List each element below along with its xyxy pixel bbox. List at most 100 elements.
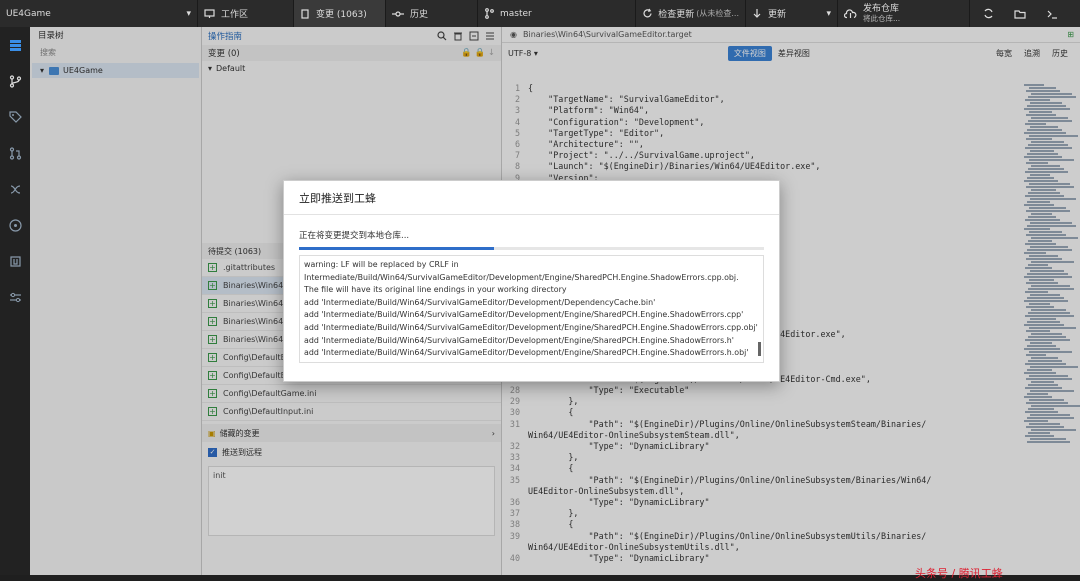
minimap-line xyxy=(1029,111,1052,113)
file-item[interactable]: + Config\DefaultInput.ini xyxy=(202,403,501,421)
minimap-line xyxy=(1028,240,1052,242)
tree-item-repo[interactable]: ▾ UE4Game xyxy=(32,63,199,78)
collapse-icon[interactable] xyxy=(469,31,479,41)
tab-workspace-label: 工作区 xyxy=(221,10,249,20)
default-group-label: Default xyxy=(216,64,246,73)
refresh-icon xyxy=(643,8,652,18)
line-text: "Architecture": "", xyxy=(528,138,644,149)
nav-pull-requests[interactable] xyxy=(0,135,30,171)
dialog-status: 正在将变更提交到本地仓库... xyxy=(299,231,410,241)
line-text: }, xyxy=(528,452,579,463)
log-line: add 'Intermediate/Build/Win64/SurvivalGa… xyxy=(304,297,656,307)
minimap[interactable] xyxy=(1024,83,1080,573)
trace-button[interactable]: 追溯 xyxy=(1018,46,1046,61)
line-text: "TargetType": "Editor", xyxy=(528,127,665,138)
branch-selector[interactable]: master xyxy=(478,0,636,27)
encoding-select[interactable]: UTF-8 ▾ xyxy=(508,49,538,58)
minimap-line xyxy=(1030,246,1068,248)
sync-icon[interactable] xyxy=(983,8,994,19)
code-line: 31 "Path": "$(EngineDir)/Plugins/Online/… xyxy=(502,419,1002,430)
progress-fill xyxy=(299,247,495,250)
tab-workspace[interactable]: 工作区 xyxy=(198,0,294,27)
file-name: Config\DefaultInput.ini xyxy=(223,407,314,416)
action-guide-link[interactable]: 操作指南 xyxy=(208,30,242,42)
line-number: 6 xyxy=(514,138,520,149)
history-button[interactable]: 历史 xyxy=(1046,46,1074,61)
minimap-line xyxy=(1025,267,1052,269)
left-nav xyxy=(0,27,30,575)
nav-submodules[interactable] xyxy=(0,171,30,207)
terminal-icon[interactable] xyxy=(1047,9,1059,19)
document-icon xyxy=(301,8,309,19)
tag-icon xyxy=(8,110,22,123)
minimap-line xyxy=(1024,252,1046,254)
minimap-line xyxy=(1025,171,1068,173)
minimap-line xyxy=(1028,120,1072,122)
file-view-button[interactable]: 文件视图 xyxy=(727,45,772,61)
minimap-line xyxy=(1024,348,1060,350)
push-remote-row[interactable]: ✓ 推送到远程 xyxy=(202,442,501,462)
code-line: 30 { xyxy=(502,407,1002,418)
list-icon[interactable] xyxy=(485,31,495,41)
trash-icon[interactable] xyxy=(453,31,463,41)
minimap-line xyxy=(1024,204,1054,206)
tab-changes[interactable]: 变更 (1063) xyxy=(294,0,386,27)
minimap-line xyxy=(1025,291,1048,293)
log-output[interactable]: warning: LF will be replaced by CRLF in I… xyxy=(299,255,764,363)
stash-section[interactable]: ▣ 储藏的变更 › xyxy=(202,424,501,442)
default-group[interactable]: ▾ Default xyxy=(202,61,501,76)
directory-tree-panel: 目录树 搜索 ▾ UE4Game xyxy=(30,27,202,575)
minimap-line xyxy=(1030,294,1060,296)
nav-tags[interactable] xyxy=(0,99,30,135)
folder-icon[interactable] xyxy=(1014,9,1027,19)
nav-repositories[interactable] xyxy=(0,27,30,63)
minimap-line xyxy=(1025,147,1072,149)
repo-name: UE4Game xyxy=(6,8,51,19)
added-icon: + xyxy=(208,280,217,290)
minimap-line xyxy=(1027,321,1060,323)
line-text: UE4Editor-OnlineSubsystem.dll", xyxy=(528,485,685,496)
stash-label: 储藏的变更 xyxy=(219,428,260,438)
tab-history[interactable]: 历史 xyxy=(386,0,478,27)
minimap-line xyxy=(1025,363,1066,365)
checkbox-checked-icon[interactable]: ✓ xyxy=(208,447,217,457)
log-scrollbar[interactable] xyxy=(758,342,761,356)
commit-message-input[interactable]: init xyxy=(208,466,495,536)
file-path: Binaries\Win64\SurvivalGameEditor.target xyxy=(522,30,692,39)
minimap-line xyxy=(1026,306,1054,308)
viewer-toolbar: UTF-8 ▾ 文件视图 差异视图 每宽 追溯 历史 xyxy=(502,43,1080,63)
nav-settings[interactable] xyxy=(0,279,30,315)
cloud-upload-icon xyxy=(844,9,857,19)
minimap-line xyxy=(1031,405,1080,407)
nav-branches[interactable] xyxy=(0,63,30,99)
add-icon[interactable]: ⊞ xyxy=(1067,30,1074,39)
line-number: 4 xyxy=(514,116,520,127)
changes-count: 变更 (0) xyxy=(208,49,240,59)
tree-search-input[interactable]: 搜索 xyxy=(30,45,201,61)
diff-view-button[interactable]: 差异视图 xyxy=(772,46,816,61)
search-icon[interactable] xyxy=(437,31,447,41)
line-text: }, xyxy=(528,396,579,407)
code-line: 1{ xyxy=(502,83,1002,94)
file-item[interactable]: + Config\DefaultGame.ini xyxy=(202,385,501,403)
minimap-line xyxy=(1031,429,1076,431)
update-label: 更新 xyxy=(768,10,787,20)
repo-selector[interactable]: UE4Game ▾ xyxy=(0,0,198,27)
nav-unreal[interactable] xyxy=(0,243,30,279)
publish-sub: 将此仓库... xyxy=(863,13,901,23)
minimap-line xyxy=(1029,303,1050,305)
layers-icon xyxy=(9,39,21,51)
fetch-button[interactable]: 检查更新 (从未检查... xyxy=(636,0,746,27)
nav-stash[interactable] xyxy=(0,207,30,243)
branch-name: master xyxy=(500,8,532,19)
file-name: Config\DefaultGame.ini xyxy=(223,389,317,398)
blame-button[interactable]: 每宽 xyxy=(990,46,1018,61)
push-remote-label: 推送到远程 xyxy=(222,447,262,457)
publish-button[interactable]: 发布仓库 将此仓库... xyxy=(838,0,970,27)
log-line: add 'Intermediate/Build/Win64/SurvivalGa… xyxy=(304,335,734,345)
code-line: Win64/UE4Editor-OnlineSubsystemUtils.dll… xyxy=(502,542,1002,553)
update-button[interactable]: 更新 ▾ xyxy=(746,0,838,27)
minimap-line xyxy=(1024,228,1050,230)
lock-icon[interactable]: 🔒 🔒 ↓ xyxy=(461,48,495,58)
code-line: 5 "TargetType": "Editor", xyxy=(502,128,1002,139)
